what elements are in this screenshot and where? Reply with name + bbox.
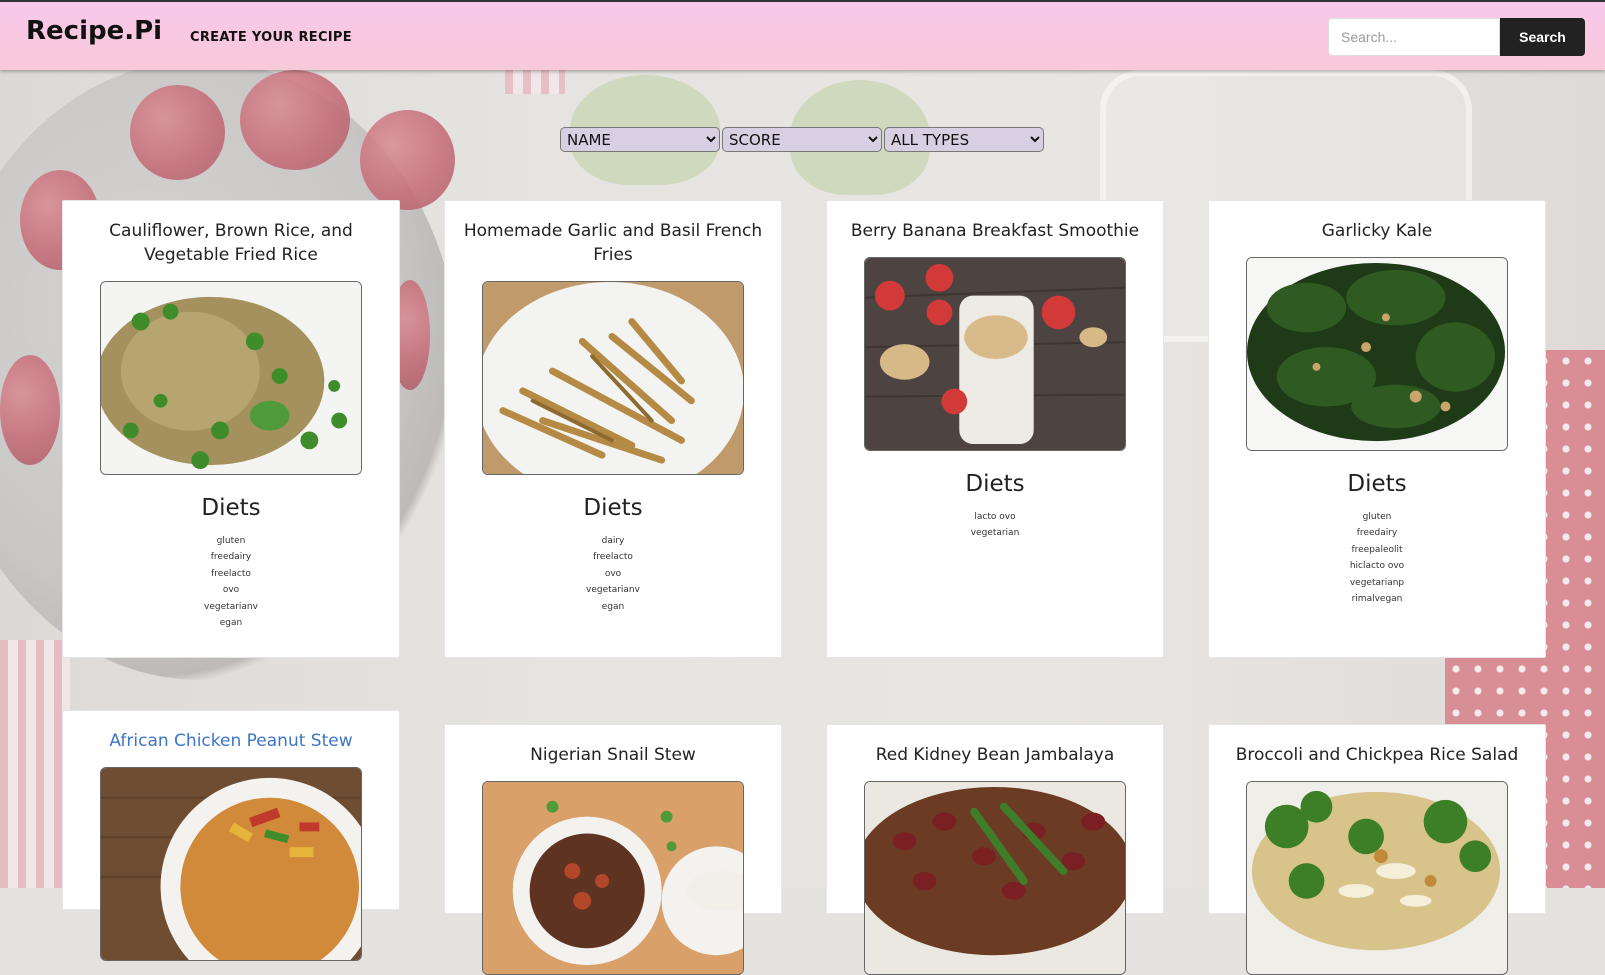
diet-item: gluten: [216, 536, 246, 546]
diet-item: gluten: [1362, 512, 1392, 522]
recipe-image[interactable]: [100, 281, 362, 475]
background-stripes: [0, 640, 70, 888]
recipe-image[interactable]: [482, 281, 744, 475]
recipe-title[interactable]: Homemade Garlic and Basil French Fries: [445, 201, 781, 267]
diet-list: dairy freelacto ovo vegetarianv egan: [445, 533, 781, 615]
diet-item: vegetarianp: [1349, 577, 1405, 588]
diets-heading: Diets: [965, 471, 1025, 497]
recipe-card[interactable]: Homemade Garlic and Basil French Fries D…: [444, 200, 782, 658]
recipe-card[interactable]: Cauliflower, Brown Rice, and Vegetable F…: [62, 200, 400, 658]
diets-heading: Diets: [1347, 471, 1407, 497]
diet-item: freelacto: [211, 568, 251, 579]
recipe-title[interactable]: Red Kidney Bean Jambalaya: [827, 725, 1163, 767]
background-berry: [0, 355, 60, 465]
diet-item: freelacto: [593, 552, 633, 563]
navbar: Recipe.Pi CREATE YOUR RECIPE Search: [0, 0, 1605, 70]
diet-list: gluten freedairy freelacto ovo vegetaria…: [63, 533, 399, 631]
diets-heading: Diets: [201, 495, 261, 521]
recipe-card[interactable]: Berry Banana Breakfast Smoothie Diets la…: [826, 200, 1164, 658]
recipe-title[interactable]: Nigerian Snail Stew: [445, 725, 781, 767]
recipe-title[interactable]: African Chicken Peanut Stew: [63, 711, 399, 753]
sort-by-select[interactable]: NAME: [560, 127, 720, 152]
diet-item: vegetarian: [970, 528, 1020, 539]
recipe-image[interactable]: [864, 257, 1126, 451]
brand-logo[interactable]: Recipe.Pi: [26, 16, 162, 46]
search-input[interactable]: [1328, 18, 1500, 56]
recipe-image[interactable]: [482, 781, 744, 975]
diet-item: freepaleolit: [1351, 544, 1403, 555]
recipe-title[interactable]: Garlicky Kale: [1209, 201, 1545, 243]
diet-item: rimalvegan: [1351, 594, 1403, 605]
diet-item: hiclacto ovo: [1349, 561, 1405, 572]
filter-bar: NAME SCORE ALL TYPES: [560, 127, 1044, 152]
recipe-image[interactable]: [100, 767, 362, 961]
diet-list: lacto ovo vegetarian: [827, 509, 1163, 542]
order-by-select[interactable]: SCORE: [722, 127, 882, 152]
diet-item: lacto ovo: [974, 512, 1016, 522]
background-stripes: [505, 70, 565, 94]
background-berry: [130, 85, 225, 180]
diet-item: vegetarianv: [586, 585, 640, 596]
diet-item: ovo: [604, 568, 622, 579]
recipe-card[interactable]: Broccoli and Chickpea Rice Salad: [1208, 724, 1546, 975]
diet-item: egan: [219, 618, 243, 629]
recipe-card[interactable]: Red Kidney Bean Jambalaya: [826, 724, 1164, 975]
search-button[interactable]: Search: [1500, 18, 1585, 56]
recipe-image[interactable]: [1246, 781, 1508, 975]
recipe-card[interactable]: Nigerian Snail Stew: [444, 724, 782, 975]
recipe-card[interactable]: African Chicken Peanut Stew: [62, 710, 400, 961]
diet-item: dairy: [601, 536, 625, 546]
diets-heading: Diets: [583, 495, 643, 521]
create-recipe-link[interactable]: CREATE YOUR RECIPE: [190, 30, 352, 45]
background-berry: [360, 110, 455, 210]
recipe-card[interactable]: Garlicky Kale Diets gluten freedairy fre…: [1208, 200, 1546, 658]
type-select[interactable]: ALL TYPES: [884, 127, 1044, 152]
recipe-image[interactable]: [864, 781, 1126, 975]
recipe-image[interactable]: [1246, 257, 1508, 451]
diet-list: gluten freedairy freepaleolit hiclacto o…: [1209, 509, 1545, 607]
recipe-title[interactable]: Berry Banana Breakfast Smoothie: [827, 201, 1163, 243]
background-berry: [240, 70, 350, 170]
diet-item: egan: [601, 601, 625, 612]
recipe-title[interactable]: Broccoli and Chickpea Rice Salad: [1209, 725, 1545, 767]
diet-item: ovo: [222, 585, 240, 596]
diet-item: freedairy: [210, 552, 252, 563]
diet-item: freedairy: [1356, 528, 1398, 539]
recipe-title[interactable]: Cauliflower, Brown Rice, and Vegetable F…: [63, 201, 399, 267]
diet-item: vegetarianv: [204, 601, 258, 612]
